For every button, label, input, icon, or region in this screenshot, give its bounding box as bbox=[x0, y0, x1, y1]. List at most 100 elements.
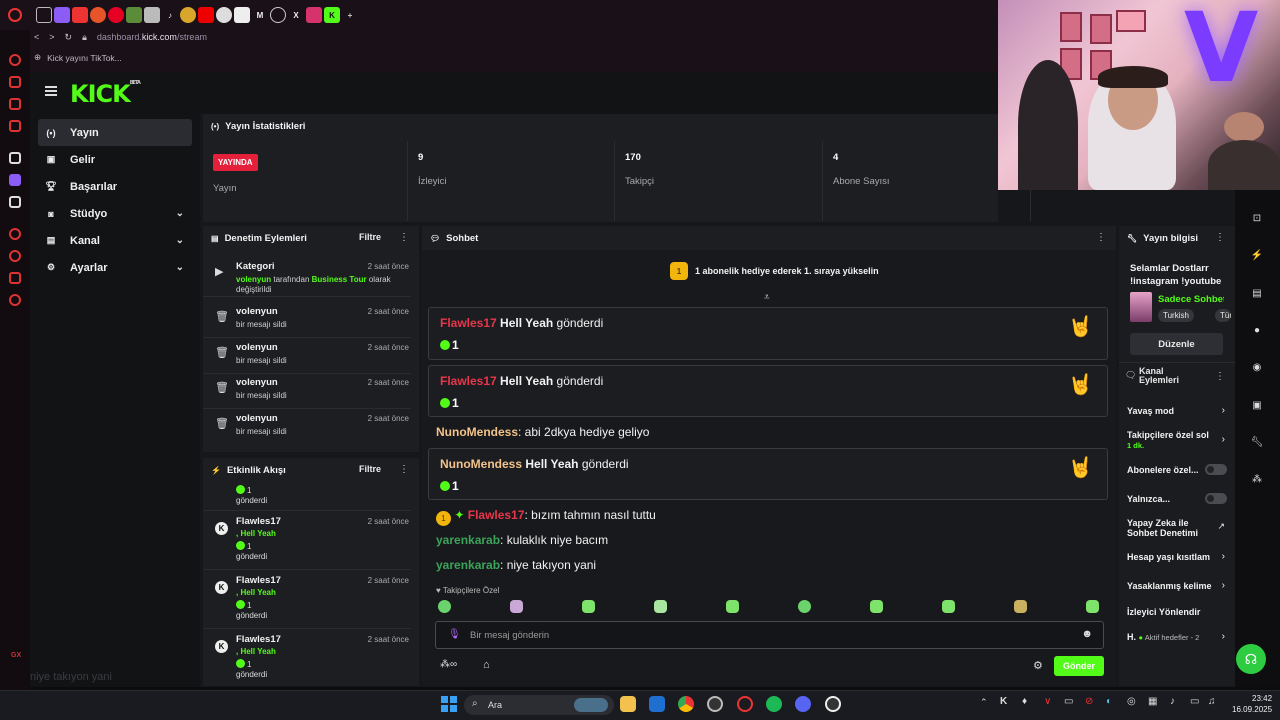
more-options-icon[interactable]: ⋮ bbox=[399, 232, 409, 243]
emote-icon[interactable] bbox=[870, 600, 883, 613]
chat-username[interactable]: NunoMendess bbox=[440, 457, 522, 471]
emote-icon[interactable] bbox=[798, 600, 811, 613]
spotify-icon[interactable] bbox=[766, 696, 782, 712]
action-slow-mode[interactable]: Yavaş mod bbox=[1127, 406, 1174, 416]
stream-category[interactable]: Sadece Sohbet bbox=[1158, 294, 1224, 305]
tray-chevron-icon[interactable]: ⌃ bbox=[980, 697, 988, 708]
chat-bubble-icon[interactable]: ● bbox=[1251, 324, 1263, 336]
emote-icon[interactable] bbox=[1086, 600, 1099, 613]
chevron-right-icon[interactable]: › bbox=[1222, 580, 1225, 591]
action-followers-only[interactable]: Takipçilere özel sol 1 dk. bbox=[1127, 430, 1223, 451]
sidebar-icon-2[interactable] bbox=[9, 76, 21, 88]
kick-coin-bag-icon[interactable]: ⁂∞ bbox=[440, 659, 457, 670]
chat-username[interactable]: yarenkarab bbox=[436, 533, 500, 547]
tab-icon-game[interactable] bbox=[144, 7, 160, 23]
chat-username[interactable]: Flawles17 bbox=[468, 508, 525, 522]
chat-username[interactable]: NunoMendess bbox=[436, 425, 518, 439]
layout-icon[interactable]: ▣ bbox=[1251, 399, 1263, 411]
tab-icon-diamond[interactable] bbox=[234, 7, 250, 23]
chevron-right-icon[interactable]: › bbox=[1222, 551, 1225, 562]
sidebar-icon-1[interactable] bbox=[9, 54, 21, 66]
emote-icon[interactable] bbox=[654, 600, 667, 613]
emote-icon[interactable] bbox=[438, 600, 451, 613]
sidebar-item-ayarlar[interactable]: ⚙ Ayarlar ⌄ bbox=[38, 254, 192, 281]
emote-icon[interactable] bbox=[510, 600, 523, 613]
chat-input[interactable]: 🎙︎ Bir mesaj gönderin ☻ bbox=[435, 621, 1104, 649]
tab-icon-twitch[interactable] bbox=[54, 7, 70, 23]
volume-icon[interactable]: ♫ bbox=[1208, 696, 1216, 707]
edit-stream-button[interactable]: Düzenle bbox=[1130, 333, 1223, 355]
tab-icon-x[interactable]: X bbox=[288, 7, 304, 23]
sidebar-icon-5[interactable] bbox=[9, 228, 21, 240]
sidebar-icon-7[interactable] bbox=[9, 272, 21, 284]
pin-icon[interactable]: ⩡ bbox=[764, 292, 770, 303]
tray-app-icon[interactable]: ∨ bbox=[1044, 696, 1051, 707]
sidebar-item-basarilar[interactable]: 🏆︎ Başarılar bbox=[38, 173, 192, 200]
chat-settings-icon[interactable]: ⚙ bbox=[1033, 659, 1043, 672]
taskbar-search[interactable]: ⌕ Ara bbox=[464, 695, 614, 715]
chat-username[interactable]: Flawles17 bbox=[440, 374, 497, 388]
microphone-icon[interactable]: 🎙︎ bbox=[448, 629, 461, 640]
tray-app-icon[interactable]: ▦ bbox=[1148, 696, 1157, 707]
capture-icon[interactable]: ⊡ bbox=[1251, 212, 1263, 224]
sidebar-item-studyo[interactable]: ◙ Stüdyo ⌄ bbox=[38, 200, 192, 227]
tab-icon-kick[interactable]: K bbox=[324, 7, 340, 23]
coins-icon[interactable]: ⁂ bbox=[1251, 473, 1263, 485]
subscribers-only-toggle[interactable] bbox=[1205, 464, 1227, 475]
tab-icon-youtube[interactable] bbox=[198, 7, 214, 23]
action-emote-only[interactable]: Yalnızca... bbox=[1127, 494, 1170, 504]
hamburger-menu-icon[interactable] bbox=[45, 86, 57, 96]
tab-icon-gx[interactable] bbox=[126, 7, 142, 23]
forward-icon[interactable]: > bbox=[49, 32, 54, 42]
chevron-right-icon[interactable]: › bbox=[1222, 434, 1225, 445]
obs-icon[interactable] bbox=[707, 696, 723, 712]
tab-icon-tiktok[interactable]: ♪ bbox=[162, 7, 178, 23]
chat-username[interactable]: Flawles17 bbox=[440, 316, 497, 330]
gift-leaderboard-banner[interactable]: 1 1 abonelik hediye ederek 1. sıraya yük… bbox=[670, 262, 879, 280]
taskbar-clock[interactable]: 23:42 16.09.2025 bbox=[1232, 693, 1272, 715]
network-icon[interactable]: ▭ bbox=[1190, 696, 1199, 707]
tab-icon-chatgpt[interactable] bbox=[270, 7, 286, 23]
tray-app-icon[interactable]: ◎ bbox=[1127, 696, 1136, 707]
support-icon[interactable]: ☊ bbox=[1236, 644, 1266, 674]
activity-filter-button[interactable]: Filtre bbox=[359, 464, 381, 474]
chat-username[interactable]: yarenkarab bbox=[436, 558, 500, 572]
wrench-icon[interactable]: 🔧︎ bbox=[1251, 436, 1264, 448]
tab-icon-app[interactable] bbox=[72, 7, 88, 23]
back-icon[interactable]: < bbox=[34, 32, 39, 42]
more-options-icon[interactable]: ⋮ bbox=[1215, 371, 1225, 382]
opera-gx-taskbar-icon[interactable] bbox=[737, 696, 753, 712]
windows-start-icon[interactable] bbox=[441, 696, 457, 712]
store-app-icon[interactable] bbox=[649, 696, 665, 712]
obs-studio-icon[interactable] bbox=[825, 696, 841, 712]
tray-app-icon[interactable]: ◐ bbox=[1106, 696, 1112, 707]
tray-app-icon[interactable]: ▭ bbox=[1064, 696, 1073, 707]
sidebar-icon-4[interactable] bbox=[9, 120, 21, 132]
sidebar-icon-x[interactable] bbox=[9, 196, 21, 208]
tab-icon-reddit[interactable] bbox=[90, 7, 106, 23]
emote-icon[interactable] bbox=[1014, 600, 1027, 613]
kick-logo[interactable]: KICKBETA bbox=[70, 80, 141, 108]
file-explorer-icon[interactable] bbox=[620, 696, 636, 712]
tab-icon-mail[interactable] bbox=[36, 7, 52, 23]
sidebar-icon-8[interactable] bbox=[9, 294, 21, 306]
new-tab-icon[interactable]: + bbox=[342, 7, 358, 23]
action-account-age[interactable]: Hesap yaşı kısıtlam bbox=[1127, 552, 1223, 562]
broadcast-icon[interactable]: ◉ bbox=[1251, 361, 1263, 373]
action-ai-moderation[interactable]: Yapay Zeka ile Sohbet Denetimi bbox=[1127, 518, 1198, 538]
reload-icon[interactable]: ↻ bbox=[65, 32, 73, 43]
emote-only-toggle[interactable] bbox=[1205, 493, 1227, 504]
emote-icon[interactable] bbox=[726, 600, 739, 613]
action-goals[interactable]: H. ● Aktif hedefler - 2 bbox=[1127, 632, 1223, 643]
sidebar-icon-twitch[interactable] bbox=[9, 174, 21, 186]
sidebar-item-yayin[interactable]: (•) Yayın bbox=[38, 119, 192, 146]
bolt-icon[interactable]: ⚡ bbox=[1251, 249, 1263, 261]
chevron-right-icon[interactable]: › bbox=[1222, 631, 1225, 642]
sidebar-item-gelir[interactable]: ▣ Gelir bbox=[38, 146, 192, 173]
discord-icon[interactable] bbox=[795, 696, 811, 712]
emote-icon[interactable] bbox=[582, 600, 595, 613]
microphone-icon[interactable]: ♪ bbox=[1170, 696, 1175, 707]
bookmark-item[interactable]: Kick yayını TikTok... bbox=[47, 53, 122, 63]
sidebar-icon-6[interactable] bbox=[9, 250, 21, 262]
tab-icon-instagram[interactable] bbox=[306, 7, 322, 23]
